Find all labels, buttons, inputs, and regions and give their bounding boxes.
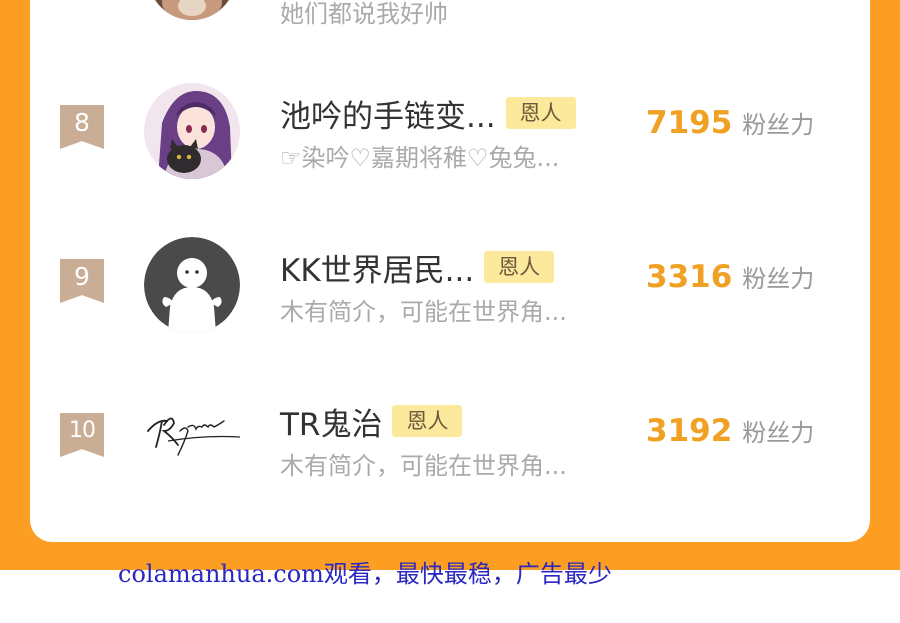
fan-score-unit: 粉丝力 (742, 419, 815, 447)
watermark-text: colamanhua.com观看，最快最稳，广告最少 (118, 560, 612, 588)
user-description: ☞染吟♡嘉期将稚♡兔兔... (280, 144, 560, 172)
rank-number: 10 (69, 418, 96, 443)
list-item[interactable]: 10 TR鬼治 恩人 木有简介，可能在世界角... 3192 粉丝力 (30, 391, 870, 511)
user-name[interactable]: 池吟的手链变... (280, 91, 496, 136)
fan-score: 3316 粉丝力 (646, 259, 814, 295)
user-description: 木有简介，可能在世界角... (280, 298, 567, 326)
list-item[interactable]: 9 KK世界居民... 恩人 木有简介，可能在世界角... 3316 粉丝力 (30, 237, 870, 357)
rank-number: 9 (74, 262, 90, 291)
signature-icon (144, 391, 240, 487)
user-name[interactable]: TR鬼治 (280, 399, 382, 444)
benefactor-tag: 恩人 (484, 251, 555, 283)
default-ghost-icon (144, 237, 240, 333)
benefactor-tag: 恩人 (505, 97, 576, 129)
rank-badge: 9 (60, 259, 104, 303)
ranking-card: 她们都说我好帅 8 池吟的手链变... 恩人 ☞染吟♡嘉期将稚♡兔兔... 71… (30, 0, 870, 542)
name-line: 池吟的手链变... 恩人 (280, 91, 576, 136)
list-item[interactable]: 她们都说我好帅 (30, 0, 870, 52)
benefactor-tag: 恩人 (392, 405, 463, 437)
fan-score-unit: 粉丝力 (742, 265, 815, 293)
fan-score: 3192 粉丝力 (646, 413, 814, 449)
fan-score: 7195 粉丝力 (646, 105, 814, 141)
fan-score-value: 7195 (646, 105, 733, 141)
name-line: KK世界居民... 恩人 (280, 245, 555, 290)
list-item[interactable]: 8 池吟的手链变... 恩人 ☞染吟♡嘉期将稚♡兔兔... 7195 粉丝力 (30, 83, 870, 203)
name-line: TR鬼治 恩人 (280, 399, 463, 444)
rank-number: 8 (74, 108, 90, 137)
avatar[interactable] (144, 237, 240, 333)
avatar[interactable] (144, 391, 240, 487)
anime-girl-cat-icon (144, 83, 240, 179)
fan-score-value: 3316 (646, 259, 733, 295)
user-description: 木有简介，可能在世界角... (280, 452, 567, 480)
fan-score-unit: 粉丝力 (742, 111, 815, 139)
user-description: 她们都说我好帅 (280, 0, 448, 28)
rank-badge: 10 (60, 413, 104, 457)
avatar[interactable] (148, 0, 236, 20)
rank-badge: 8 (60, 105, 104, 149)
avatar[interactable] (144, 83, 240, 179)
user-name[interactable]: KK世界居民... (280, 245, 474, 290)
photo-avatar-icon (148, 0, 236, 20)
fan-score-value: 3192 (646, 413, 733, 449)
